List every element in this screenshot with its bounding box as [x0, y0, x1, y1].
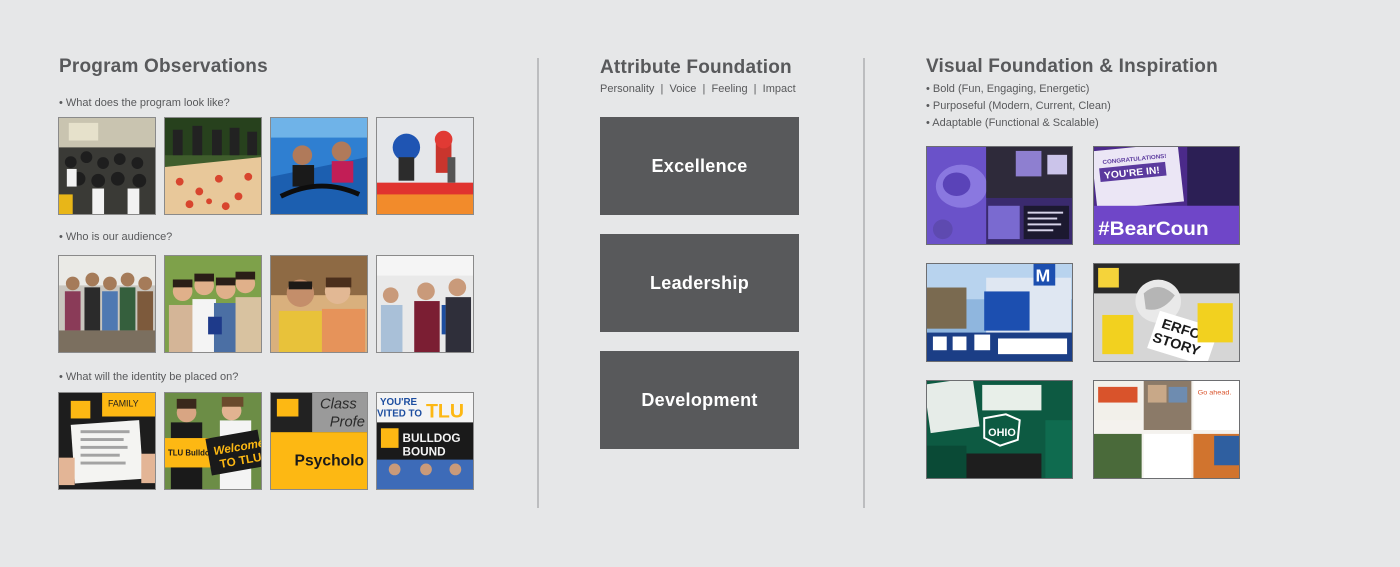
inspiration-photo-stickers: ERFO STORY — [1093, 263, 1240, 362]
inspiration-photo-green-ohio: OHIO — [926, 380, 1073, 479]
vited-to-text: VITED TO — [377, 409, 422, 420]
audience-photo-staff — [376, 255, 474, 353]
attribute-box-excellence: Excellence — [600, 117, 799, 215]
bound-text: BOUND — [402, 446, 445, 459]
youre-text: YOU'RE — [380, 397, 418, 408]
visual-bullet-adaptable: • Adaptable (Functional & Scalable) — [926, 117, 1099, 129]
identity-photo-psychology-banner: Class Profe Psycholo — [270, 392, 368, 490]
attribute-box-leadership: Leadership — [600, 234, 799, 332]
identity-photo-welcome-sign: TLU Bulldogs Welcome TO TLU — [164, 392, 262, 490]
column-divider-right — [863, 58, 865, 508]
bulldog-text: BULLDOG — [402, 432, 460, 445]
audience-photo-laptop — [270, 255, 368, 353]
m-logo-text: M — [1036, 266, 1051, 286]
class-text: Class — [320, 397, 357, 413]
inspiration-photo-youre-in: CONGRATULATIONS! YOU'RE IN! #BearCoun — [1093, 146, 1240, 245]
program-photo-crowd — [58, 117, 156, 215]
identity-photo-family-flyer: FAMILY — [58, 392, 156, 490]
program-photo-pizza — [164, 117, 262, 215]
tlu-text: TLU — [426, 400, 464, 422]
inspiration-photo-purple-elephant — [926, 146, 1073, 245]
ohio-text: OHIO — [988, 427, 1016, 439]
identity-photo-bulldog-bound: YOU'RE VITED TO TLU BULLDOG BOUND — [376, 392, 474, 490]
attribute-box-development: Development — [600, 351, 799, 449]
inspiration-photo-blue-m: M — [926, 263, 1073, 362]
psychology-text: Psycholo — [295, 452, 365, 469]
go-ahead-text: Go ahead. — [1198, 390, 1232, 397]
family-text: FAMILY — [108, 399, 139, 409]
hashtag-text: #BearCoun — [1098, 219, 1208, 240]
program-title: Program Observations — [59, 56, 268, 77]
audience-photo-group — [58, 255, 156, 353]
question-identity-placement: • What will the identity be placed on? — [59, 371, 239, 383]
inspiration-photo-brochure: Go ahead. — [1093, 380, 1240, 479]
profe-text: Profe — [330, 414, 365, 430]
audience-photo-students — [164, 255, 262, 353]
visual-title: Visual Foundation & Inspiration — [926, 56, 1218, 77]
visual-bullet-bold: • Bold (Fun, Engaging, Energetic) — [926, 83, 1090, 95]
program-photo-inflatable — [270, 117, 368, 215]
attribute-title: Attribute Foundation — [600, 57, 792, 78]
attribute-subtitle: Personality | Voice | Feeling | Impact — [600, 83, 796, 95]
question-program-look: • What does the program look like? — [59, 97, 230, 109]
program-photo-jousting — [376, 117, 474, 215]
visual-bullet-purposeful: • Purposeful (Modern, Current, Clean) — [926, 100, 1111, 112]
column-divider-left — [537, 58, 539, 508]
question-audience: • Who is our audience? — [59, 231, 173, 243]
